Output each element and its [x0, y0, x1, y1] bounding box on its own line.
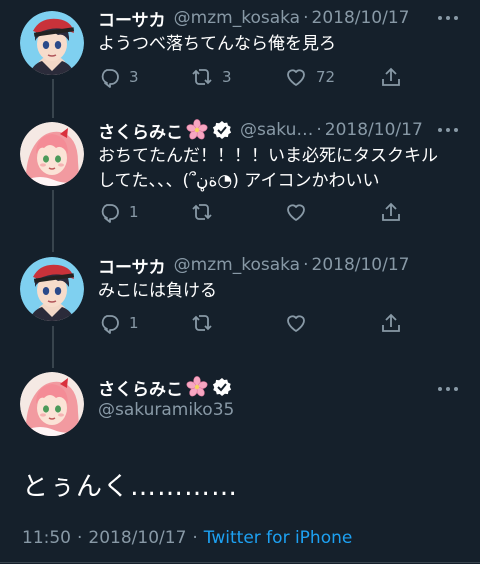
retweet-button[interactable] [191, 201, 222, 223]
author-handle[interactable]: @sakuramiko35 [98, 400, 234, 420]
more-icon[interactable] [436, 125, 460, 135]
sakura-emoji-icon [186, 376, 208, 398]
author-name[interactable]: さくらみこ [98, 375, 183, 400]
share-icon [382, 314, 400, 332]
like-icon [287, 315, 305, 332]
source-link[interactable]: Twitter for iPhone [204, 528, 353, 548]
verified-icon [212, 377, 232, 397]
reply-icon [101, 315, 119, 334]
separator: · [303, 8, 309, 28]
like-count: 72 [316, 68, 336, 86]
divider [0, 562, 480, 563]
more-icon[interactable] [436, 13, 460, 23]
thread-line [52, 190, 54, 252]
avatar[interactable] [20, 122, 84, 186]
tweet-time: 11:50 [22, 528, 71, 548]
share-icon [382, 203, 400, 221]
tweet-date: 2018/10/17 [88, 528, 187, 548]
reply-count: 1 [129, 203, 139, 221]
tweet-text: おちてたんだ！！！！いま必死にタスクキル してた、、、(՞ةڼ◔) アイコンかわ… [98, 146, 438, 191]
reply-icon [101, 204, 119, 223]
tweet-date[interactable]: 2018/10/17 [325, 120, 423, 140]
action-bar: 1 [98, 201, 403, 225]
tweet-date[interactable]: 2018/10/17 [312, 8, 410, 28]
share-button[interactable] [380, 66, 402, 88]
reply-count: 3 [129, 68, 139, 86]
tweet-text: ようつべ落ちてんなら俺を見ろ [98, 34, 336, 54]
separator: · [316, 120, 322, 140]
action-bar: 1 [98, 312, 403, 336]
reply-icon [101, 69, 119, 88]
thread-line [52, 326, 54, 368]
retweet-icon [192, 204, 212, 220]
tweet-date[interactable]: 2018/10/17 [312, 255, 410, 275]
share-button[interactable] [380, 201, 402, 223]
author-handle[interactable]: @mzm_kosaka [174, 255, 300, 275]
tweet-meta: 11:50 · 2018/10/17 · Twitter for iPhone [22, 528, 352, 548]
share-button[interactable] [380, 312, 402, 334]
like-icon [287, 69, 305, 86]
avatar[interactable] [20, 11, 84, 75]
author-name[interactable]: コーサカ [98, 253, 166, 278]
author-handle[interactable]: @mzm_kosaka [174, 8, 300, 28]
action-bar: 3 3 72 [98, 66, 403, 90]
thread-line [52, 79, 54, 118]
reply-button[interactable]: 1 [98, 201, 139, 223]
like-icon [287, 204, 305, 221]
like-button[interactable] [285, 201, 316, 223]
tweet-text: みこには負ける [98, 281, 217, 301]
avatar[interactable] [20, 257, 84, 321]
retweet-icon [192, 69, 212, 85]
retweet-count: 3 [222, 68, 232, 86]
like-button[interactable] [285, 312, 316, 334]
avatar[interactable] [20, 372, 84, 436]
share-icon [382, 68, 400, 86]
retweet-button[interactable]: 3 [191, 66, 232, 88]
reply-button[interactable]: 1 [98, 312, 139, 334]
author-name[interactable]: コーサカ [98, 6, 166, 31]
author-name[interactable]: さくらみこ [98, 118, 183, 143]
reply-button[interactable]: 3 [98, 66, 139, 88]
separator: · [192, 528, 198, 548]
retweet-button[interactable] [191, 312, 222, 334]
retweet-icon [192, 315, 212, 331]
sakura-emoji-icon [186, 119, 208, 141]
reply-count: 1 [129, 314, 139, 332]
more-icon[interactable] [436, 384, 460, 394]
separator: · [77, 528, 83, 548]
tweet-text: とぅんく………… [22, 472, 239, 502]
separator: · [303, 255, 309, 275]
author-handle[interactable]: @saku… [240, 120, 313, 140]
like-button[interactable]: 72 [285, 66, 335, 88]
verified-icon [212, 120, 232, 140]
